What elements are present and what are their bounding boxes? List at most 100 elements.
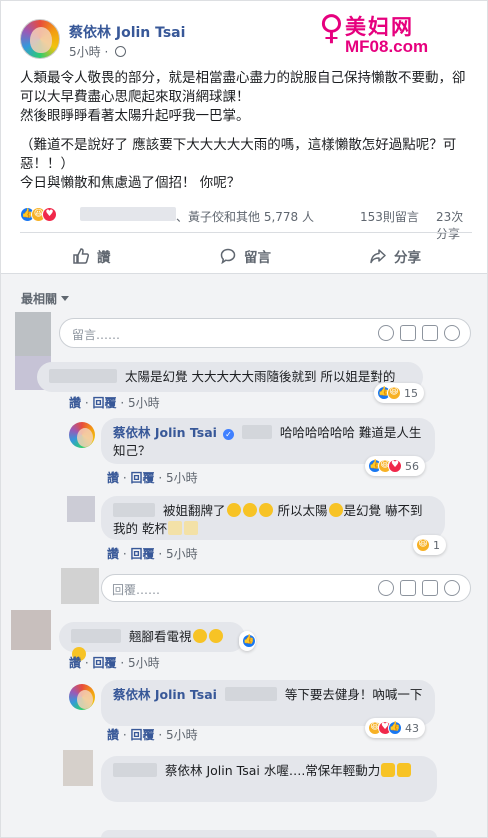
comment-input[interactable]: 留言…… <box>59 318 471 348</box>
reaction-icons: 👍😆 ♥ <box>20 207 57 222</box>
reply-reply-link[interactable]: 回覆 <box>131 547 155 561</box>
dot: · <box>104 45 113 59</box>
reply-time[interactable]: 5小時 <box>166 547 198 561</box>
blurred-commenter-name[interactable] <box>71 629 121 643</box>
cheers-emoji-icon <box>167 521 182 535</box>
haha-reaction-icon: 😆 <box>387 386 401 400</box>
thumbs-up-emoji-icon <box>397 763 412 777</box>
gif-icon[interactable] <box>422 580 438 596</box>
comment-reactions[interactable]: 👍 😆 15 <box>374 383 424 403</box>
jolin-avatar[interactable] <box>69 422 95 448</box>
emoji-icon[interactable] <box>378 325 394 341</box>
reply-time[interactable]: 5小時 <box>166 728 198 742</box>
blurred-commenter-name[interactable] <box>49 369 117 383</box>
share-button[interactable]: 分享 <box>370 244 421 268</box>
comment-time[interactable]: 5小時 <box>128 656 160 670</box>
caret-down-icon <box>61 296 70 301</box>
reply-reactions[interactable]: 👍 😆 ♥ 56 <box>365 456 425 476</box>
emoji-icon[interactable] <box>378 580 394 596</box>
blurred-mention[interactable] <box>224 687 277 701</box>
like-button[interactable]: 讚 <box>73 244 111 268</box>
reply-reactions[interactable]: 😆 1 <box>413 535 446 555</box>
blurred-replier-name[interactable] <box>113 503 155 517</box>
separator: · <box>158 547 163 561</box>
love-reaction-icon: ♥ <box>42 207 57 222</box>
reply-like-link[interactable]: 讚 <box>107 471 119 485</box>
separator: · <box>120 656 125 670</box>
comments-count[interactable]: 153則留言 <box>360 208 419 225</box>
like-reaction-icon: 👍 <box>242 634 256 648</box>
woman-figure-icon: ♀ <box>319 8 344 48</box>
haha-reaction-icon: 😆 <box>416 538 430 552</box>
jolin-avatar[interactable] <box>69 684 95 710</box>
author-avatar[interactable] <box>20 19 60 59</box>
sort-dropdown[interactable]: 最相關 <box>21 290 70 307</box>
reply-author[interactable]: 蔡依林 Jolin Tsai <box>113 687 217 702</box>
user-avatar <box>61 568 99 604</box>
input-tools <box>378 325 460 341</box>
input-tools <box>378 580 460 596</box>
heart-eyes-emoji-icon <box>258 503 273 517</box>
replier-avatar[interactable] <box>67 496 95 522</box>
post-author[interactable]: 蔡依林 Jolin Tsai <box>69 22 185 42</box>
reply-input[interactable]: 回覆…… <box>101 574 471 602</box>
sticker-icon[interactable] <box>444 325 460 341</box>
comment-reactions[interactable]: 👍 <box>239 631 256 651</box>
blurred-replier-name[interactable] <box>113 763 157 777</box>
comment-reply-link[interactable]: 回覆 <box>93 656 117 670</box>
reply-reactions[interactable]: 😆 ♥ 👍 43 <box>365 718 425 738</box>
reply-reply-link[interactable]: 回覆 <box>131 471 155 485</box>
comment-bubble: 翹腳看電視 <box>59 622 245 661</box>
comment-reply-link[interactable]: 回覆 <box>93 396 117 410</box>
sort-label: 最相關 <box>21 292 58 306</box>
reply-time[interactable]: 5小時 <box>166 471 198 485</box>
like-reaction-icon: 👍 <box>388 721 402 735</box>
post-body: 人類最令人敬畏的部分，就是相當盡心盡力的說服自己保持懶散不要動，卻可以大早費盡心… <box>20 69 470 193</box>
post-line-1: 人類最令人敬畏的部分，就是相當盡心盡力的說服自己保持懶散不要動，卻可以大早費盡心… <box>20 70 466 105</box>
gif-icon[interactable] <box>422 325 438 341</box>
reply-actions: 讚 · 回覆 · 5小時 <box>107 726 198 743</box>
next-reply-bubble <box>101 830 437 837</box>
commenter-avatar[interactable] <box>11 610 51 650</box>
user-avatar <box>15 312 51 358</box>
camera-icon[interactable] <box>400 325 416 341</box>
reply-reply-link[interactable]: 回覆 <box>131 728 155 742</box>
post-time[interactable]: 5小時 <box>69 45 101 59</box>
share-arrow-icon <box>370 248 386 264</box>
comments-section: 最相關 留言…… 太陽是幻覺 大大大大大雨隨後就到 所以姐是對的 👍 😆 15 讚 … <box>1 273 487 837</box>
comment-input-placeholder: 留言…… <box>72 328 121 342</box>
share-label: 分享 <box>394 250 421 266</box>
comment-time[interactable]: 5小時 <box>128 396 160 410</box>
thumbs-up-emoji-icon <box>381 763 396 777</box>
heart-eyes-emoji-icon <box>226 503 241 517</box>
comment-button[interactable]: 留言 <box>220 244 271 268</box>
reply-author[interactable]: 蔡依林 Jolin Tsai <box>113 425 217 440</box>
thumb-up-icon <box>73 248 90 264</box>
comment-actions: 讚 · 回覆 · 5小時 <box>69 654 160 671</box>
shares-count[interactable]: 23次分享 <box>436 208 472 242</box>
blurred-mention[interactable] <box>241 425 272 439</box>
reply-like-link[interactable]: 讚 <box>107 728 119 742</box>
reaction-names[interactable]: 、黃子佼和其他 5,778 人 <box>176 208 314 225</box>
reaction-count: 1 <box>433 538 440 552</box>
watermark-url: MF08.com <box>345 37 429 56</box>
comment-like-link[interactable]: 讚 <box>69 396 81 410</box>
comment-bubble-icon <box>220 248 236 265</box>
post-meta: 5小時 · <box>69 43 127 60</box>
comment-actions: 讚 · 回覆 · 5小時 <box>69 394 160 411</box>
separator: · <box>122 471 127 485</box>
camera-icon[interactable] <box>400 580 416 596</box>
separator: · <box>158 728 163 742</box>
replier-avatar[interactable] <box>63 750 93 786</box>
reply-text-1: 被姐翻牌了 <box>162 503 226 518</box>
separator: · <box>122 728 127 742</box>
reactions-summary[interactable]: 👍😆 ♥ 、黃子佼和其他 5,778 人 153則留言 23次分享 <box>20 207 472 241</box>
divider <box>20 232 472 233</box>
reply-like-link[interactable]: 讚 <box>107 547 119 561</box>
reaction-count: 56 <box>405 459 419 473</box>
sticker-icon[interactable] <box>444 580 460 596</box>
comment-like-link[interactable]: 讚 <box>69 656 81 670</box>
comment-text: 翹腳看電視 <box>128 629 192 644</box>
heart-eyes-emoji-icon <box>242 503 257 517</box>
separator: · <box>84 396 89 410</box>
